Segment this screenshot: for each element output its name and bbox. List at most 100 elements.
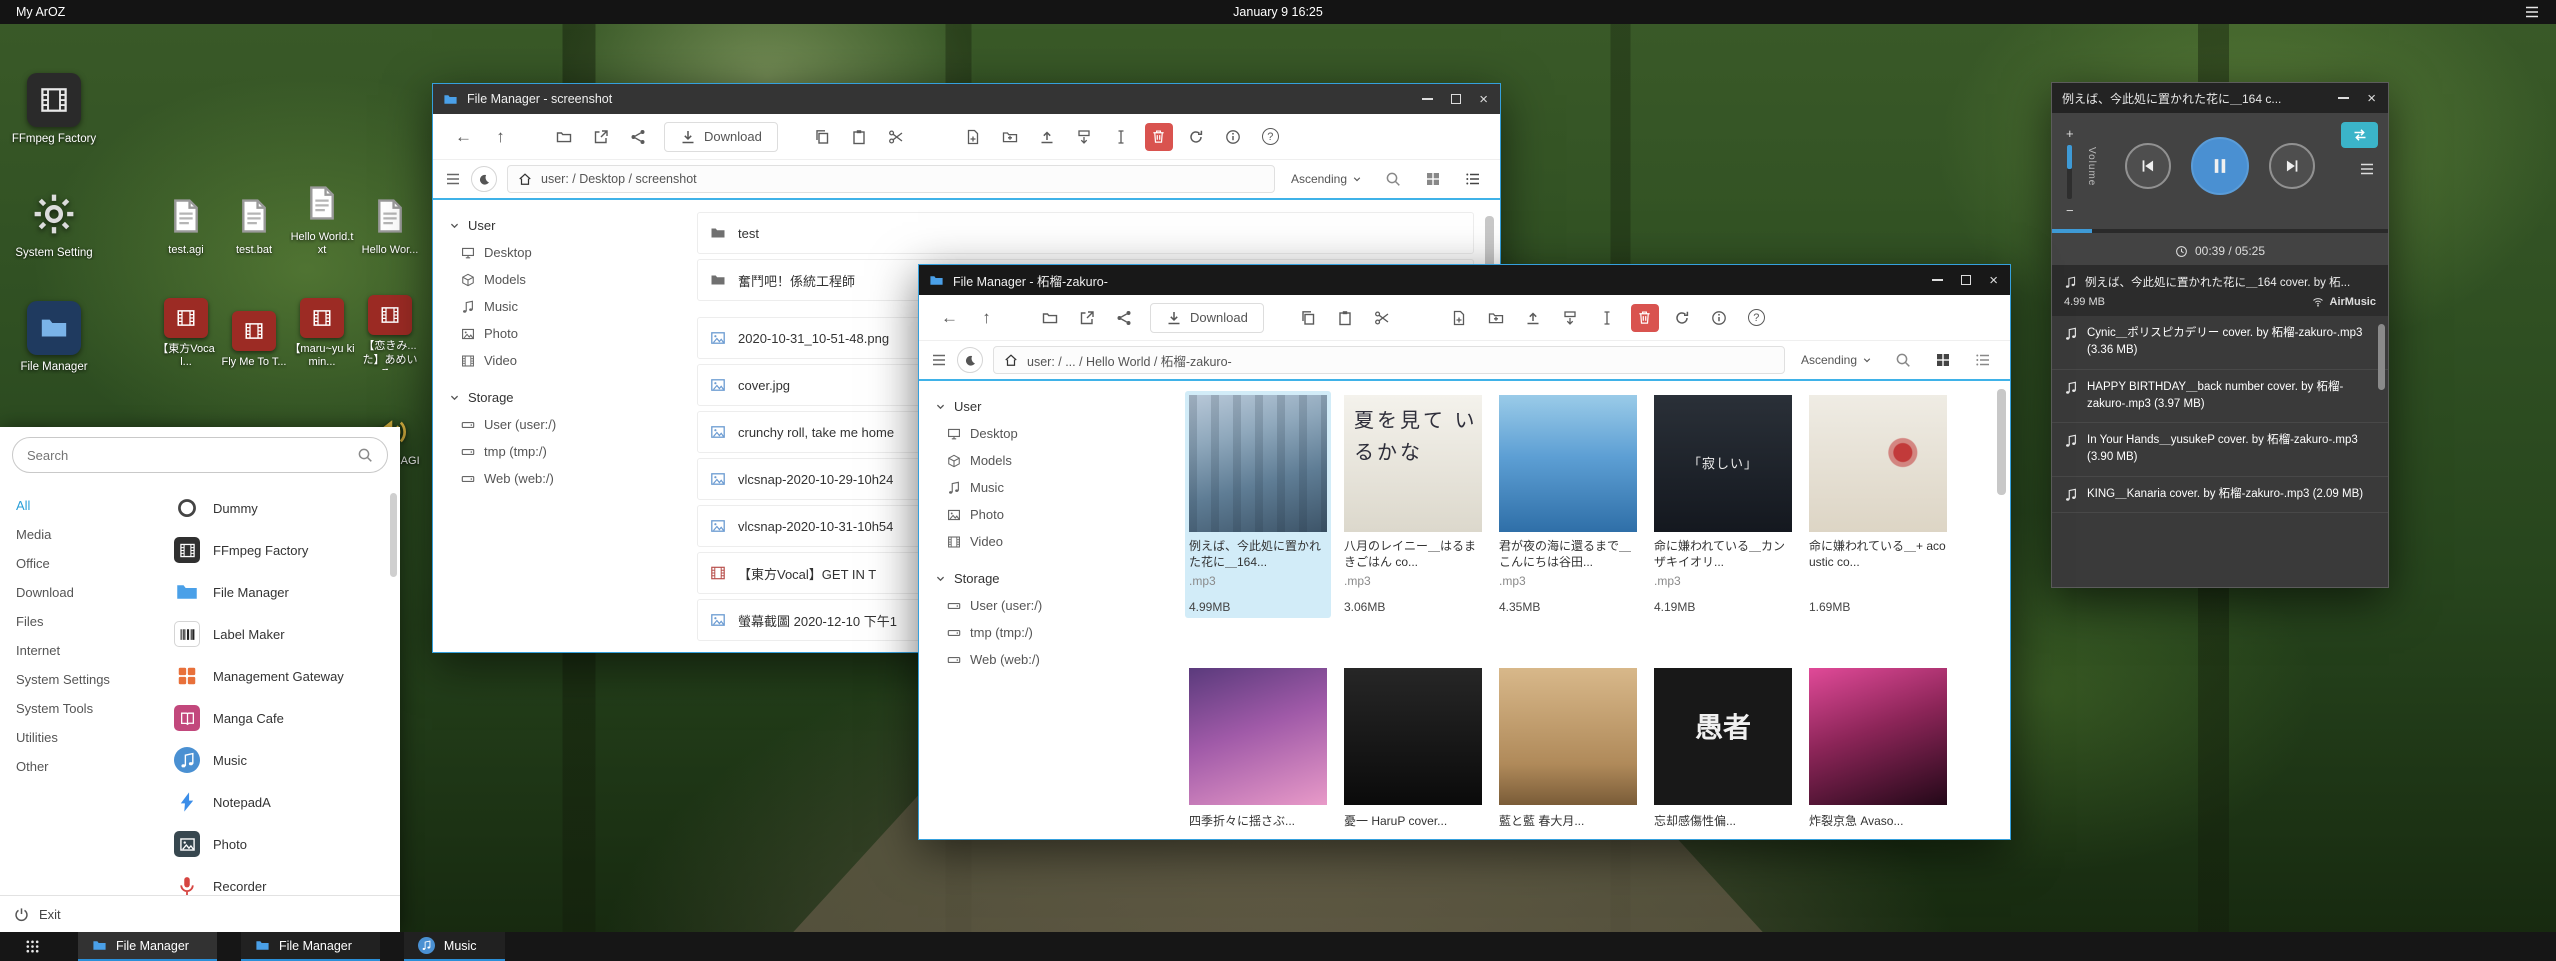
app-item-ffmpeg-factory[interactable]: FFmpeg Factory [160, 529, 400, 571]
playlist-toggle-button[interactable] [2359, 161, 2375, 182]
rename-button[interactable] [1589, 310, 1626, 326]
properties-button[interactable] [1701, 310, 1738, 326]
download-button[interactable]: Download [1150, 303, 1264, 333]
desktop-icon-file-manager[interactable]: File Manager [6, 260, 102, 374]
grid-item-item[interactable]: 愚者忘却感傷性偏... [1650, 664, 1796, 833]
category-system-settings[interactable]: System Settings [0, 665, 160, 694]
taskbar-item-file-manager[interactable]: File Manager [78, 932, 217, 961]
output-switch-button[interactable] [2341, 122, 2378, 148]
new-folder-button[interactable] [992, 129, 1029, 145]
sidebar-item-video[interactable]: Video [449, 347, 685, 374]
progress-bar[interactable] [2052, 229, 2388, 233]
sidebar-section-header[interactable]: Storage [449, 384, 685, 411]
grid-item-item[interactable]: 藍と藍 春大月... [1495, 664, 1641, 833]
category-other[interactable]: Other [0, 752, 160, 781]
rename-button[interactable] [1103, 129, 1140, 145]
grid-view-button[interactable] [1418, 171, 1448, 187]
list-view-button[interactable] [1458, 171, 1488, 187]
grid-item-item[interactable]: 四季折々に揺さぶ... [1185, 664, 1331, 833]
desktop-icon-system-setting[interactable]: System Setting [6, 146, 102, 260]
trash-button[interactable] [1631, 304, 1659, 332]
dark-mode-toggle[interactable] [957, 347, 983, 373]
new-file-button[interactable] [955, 129, 992, 145]
search-button[interactable] [1888, 352, 1918, 368]
category-internet[interactable]: Internet [0, 636, 160, 665]
close-button[interactable]: × [1989, 273, 1998, 288]
sidebar-item-models[interactable]: Models [935, 447, 1171, 474]
back-button[interactable]: ← [931, 308, 968, 328]
scrollbar[interactable] [1997, 389, 2006, 495]
help-button[interactable]: ? [1252, 128, 1289, 145]
list-view-button[interactable] [1968, 352, 1998, 368]
paste-button[interactable] [841, 129, 878, 145]
open-button[interactable] [1031, 310, 1068, 326]
minimize-button[interactable] [1932, 279, 1943, 281]
sidebar-item-models[interactable]: Models [449, 266, 685, 293]
category-files[interactable]: Files [0, 607, 160, 636]
copy-button[interactable] [804, 129, 841, 145]
desktop-file-vocal[interactable]: 【東方Vocal... [152, 262, 220, 374]
category-system-tools[interactable]: System Tools [0, 694, 160, 723]
open-new-window-button[interactable] [1068, 310, 1105, 326]
maximize-button[interactable] [1961, 275, 1971, 285]
share-button[interactable] [1105, 310, 1142, 326]
grid-item-avaso[interactable]: 炸裂京急 Avaso... [1805, 664, 1951, 833]
category-office[interactable]: Office [0, 549, 160, 578]
desktop-file-hello-world-txt[interactable]: Hello World.txt [288, 150, 356, 262]
menu-icon[interactable] [931, 352, 947, 368]
taskbar-item-file-manager[interactable]: File Manager [241, 932, 380, 961]
desktop-file-maru-yu-kimin[interactable]: 【maru~yu kimin... [288, 262, 356, 374]
playlist-scrollbar[interactable] [2378, 324, 2385, 390]
grid-item-164[interactable]: 例えば、今此処に置かれた花に＿164....mp34.99MB [1185, 391, 1331, 618]
sort-dropdown[interactable]: Ascending [1801, 353, 1872, 367]
trash-button[interactable] [1145, 123, 1173, 151]
sidebar-item-web-web[interactable]: Web (web:/) [449, 465, 685, 492]
desktop-file-hello-wor[interactable]: Hello Wor... [356, 150, 424, 262]
app-item-manga-cafe[interactable]: Manga Cafe [160, 697, 400, 739]
menu-icon[interactable] [445, 171, 461, 187]
next-track-button[interactable] [2269, 143, 2315, 189]
new-folder-button[interactable] [1478, 310, 1515, 326]
sidebar-item-music[interactable]: Music [935, 474, 1171, 501]
app-item-photo[interactable]: Photo [160, 823, 400, 865]
exit-button[interactable]: Exit [0, 895, 400, 932]
sidebar-section-header[interactable]: User [449, 212, 685, 239]
upload-button[interactable] [1029, 129, 1066, 145]
maximize-button[interactable] [1451, 94, 1461, 104]
desktop-file-test-bat[interactable]: test.bat [220, 150, 288, 262]
up-button[interactable]: ↑ [482, 127, 519, 147]
playlist-item[interactable]: Cynic＿ポリスピカデリー cover. by 柘榴-zakuro-.mp3 … [2052, 316, 2388, 370]
help-button[interactable]: ? [1738, 309, 1775, 326]
refresh-button[interactable] [1178, 129, 1215, 145]
volume-slider[interactable]: + − [2066, 127, 2074, 217]
download-button[interactable]: Download [664, 122, 778, 152]
sidebar-item-video[interactable]: Video [935, 528, 1171, 555]
properties-button[interactable] [1215, 129, 1252, 145]
sidebar-item-desktop[interactable]: Desktop [449, 239, 685, 266]
sidebar-section-header[interactable]: Storage [935, 565, 1171, 592]
app-item-notepada[interactable]: NotepadA [160, 781, 400, 823]
grid-item-co[interactable]: 夏を見て いるかな八月のレイニー＿はるまきごはん co....mp33.06MB [1340, 391, 1486, 618]
brand-label[interactable]: My ArOZ [16, 5, 65, 19]
minimize-button[interactable] [2338, 97, 2349, 99]
minimize-button[interactable] [1422, 98, 1433, 100]
start-menu-scrollbar[interactable] [390, 493, 397, 577]
volume-fill[interactable] [2067, 145, 2072, 169]
sidebar-item-photo[interactable]: Photo [449, 320, 685, 347]
playlist-item[interactable]: HAPPY BIRTHDAY＿back number cover. by 柘榴-… [2052, 370, 2388, 424]
search-button[interactable] [1378, 171, 1408, 187]
back-button[interactable]: ← [445, 127, 482, 147]
open-button[interactable] [545, 129, 582, 145]
grid-item-acoustic-co[interactable]: 命に嫌われている＿+ acoustic co...1.69MB [1805, 391, 1951, 618]
sidebar-item-tmp-tmp[interactable]: tmp (tmp:/) [935, 619, 1171, 646]
open-new-window-button[interactable] [582, 129, 619, 145]
app-item-recorder[interactable]: Recorder [160, 865, 400, 895]
sidebar-item-music[interactable]: Music [449, 293, 685, 320]
sidebar-section-header[interactable]: User [935, 393, 1171, 420]
sidebar-item-photo[interactable]: Photo [935, 501, 1171, 528]
category-all[interactable]: All [0, 491, 160, 520]
extract-button[interactable] [1552, 310, 1589, 326]
grid-view-button[interactable] [1928, 352, 1958, 368]
start-menu-search[interactable] [12, 437, 388, 473]
grid-item-item[interactable]: 君が夜の海に還るまで＿こんにちは谷田....mp34.35MB [1495, 391, 1641, 618]
